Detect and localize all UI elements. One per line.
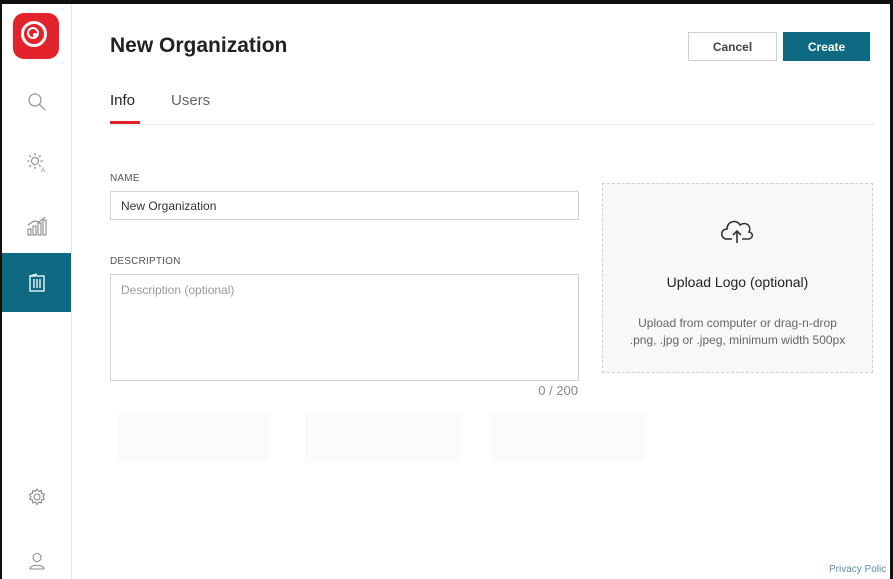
building-icon[interactable] xyxy=(24,270,50,296)
window-border xyxy=(0,0,2,579)
bar-chart-icon[interactable] xyxy=(24,213,50,239)
sidebar: A xyxy=(0,4,72,579)
app-window: A New Organization Cancel Create Info Us… xyxy=(0,0,893,579)
tab-info[interactable]: Info xyxy=(110,92,135,109)
upload-hint: Upload from computer or drag-n-drop xyxy=(638,316,837,330)
description-counter: 0 / 200 xyxy=(538,383,578,398)
upload-title: Upload Logo (optional) xyxy=(666,274,809,290)
placeholder-block xyxy=(305,412,461,462)
privacy-policy-link[interactable]: Privacy Polic xyxy=(829,564,886,575)
description-label: DESCRIPTION xyxy=(110,256,181,267)
name-label: NAME xyxy=(110,173,140,184)
tab-bar: Info Users xyxy=(110,88,875,125)
active-tab-indicator xyxy=(110,121,140,124)
cancel-button[interactable]: Cancel xyxy=(688,32,777,61)
sun-ai-icon[interactable]: A xyxy=(24,149,50,175)
search-icon[interactable] xyxy=(24,89,50,115)
placeholder-block xyxy=(491,412,646,462)
page-title: New Organization xyxy=(110,34,288,57)
logo-dot xyxy=(33,33,37,37)
placeholder-block xyxy=(118,412,270,462)
description-input[interactable] xyxy=(110,274,579,381)
window-border xyxy=(0,0,893,4)
upload-format-hint: .png, .jpg or .jpeg, minimum width 500px xyxy=(629,333,846,347)
create-button[interactable]: Create xyxy=(783,32,870,61)
name-input[interactable] xyxy=(110,191,579,220)
tab-users[interactable]: Users xyxy=(171,92,210,109)
svg-text:A: A xyxy=(41,168,45,173)
cloud-upload-icon xyxy=(720,220,754,243)
user-icon[interactable] xyxy=(24,548,50,574)
upload-logo-dropzone[interactable]: Upload Logo (optional) Upload from compu… xyxy=(602,183,873,373)
gear-icon[interactable] xyxy=(24,484,50,510)
app-logo[interactable] xyxy=(13,13,59,59)
